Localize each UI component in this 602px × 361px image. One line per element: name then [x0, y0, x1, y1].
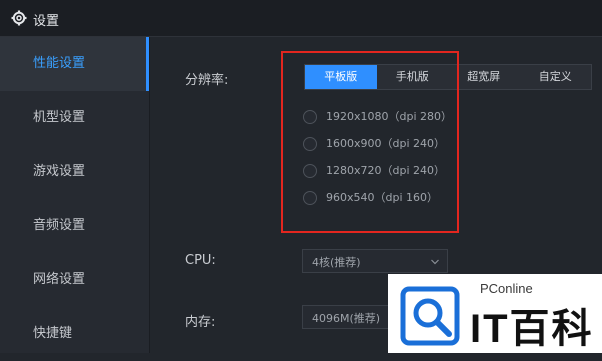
resolution-option-label: 960x540（dpi 160）	[326, 191, 439, 204]
pconline-logo	[400, 286, 460, 346]
sidebar-item-audio[interactable]: 音频设置	[0, 199, 149, 253]
resolution-option-label: 1280x720（dpi 240）	[326, 164, 446, 177]
cpu-select-value: 4核(推荐)	[312, 256, 361, 269]
sidebar-item-game[interactable]: 游戏设置	[0, 145, 149, 199]
window-title: 设置	[33, 14, 60, 29]
cpu-label: CPU:	[185, 253, 216, 268]
memory-label: 内存:	[185, 315, 216, 330]
sidebar-item-performance[interactable]: 性能设置	[0, 37, 149, 91]
radio-button[interactable]	[303, 110, 317, 124]
resolution-option-label: 1920x1080（dpi 280）	[326, 110, 453, 123]
title-bar: 设置	[0, 0, 602, 37]
watermark-small-text: PConline	[480, 281, 533, 296]
resolution-option-label: 1600x900（dpi 240）	[326, 137, 446, 150]
watermark: PConline IT百科	[388, 274, 602, 353]
cpu-select[interactable]: 4核(推荐)	[302, 249, 448, 273]
sidebar: 性能设置 机型设置 游戏设置 音频设置 网络设置 快捷键	[0, 37, 149, 353]
tab-ultrawide[interactable]: 超宽屏	[448, 65, 520, 89]
memory-select-value: 4096M(推荐)	[312, 312, 381, 325]
sidebar-item-model[interactable]: 机型设置	[0, 91, 149, 145]
tab-tablet[interactable]: 平板版	[305, 65, 377, 89]
radio-button[interactable]	[303, 137, 317, 151]
radio-button[interactable]	[303, 191, 317, 205]
chevron-down-icon	[431, 259, 439, 265]
tab-phone[interactable]: 手机版	[376, 65, 448, 89]
tab-custom[interactable]: 自定义	[519, 65, 591, 89]
resolution-label: 分辨率:	[185, 73, 229, 88]
gear-icon	[11, 10, 27, 26]
radio-button[interactable]	[303, 164, 317, 178]
resolution-tabs: 平板版 手机版 超宽屏 自定义	[304, 64, 592, 90]
sidebar-item-network[interactable]: 网络设置	[0, 253, 149, 307]
watermark-big-text: IT百科	[470, 307, 594, 351]
